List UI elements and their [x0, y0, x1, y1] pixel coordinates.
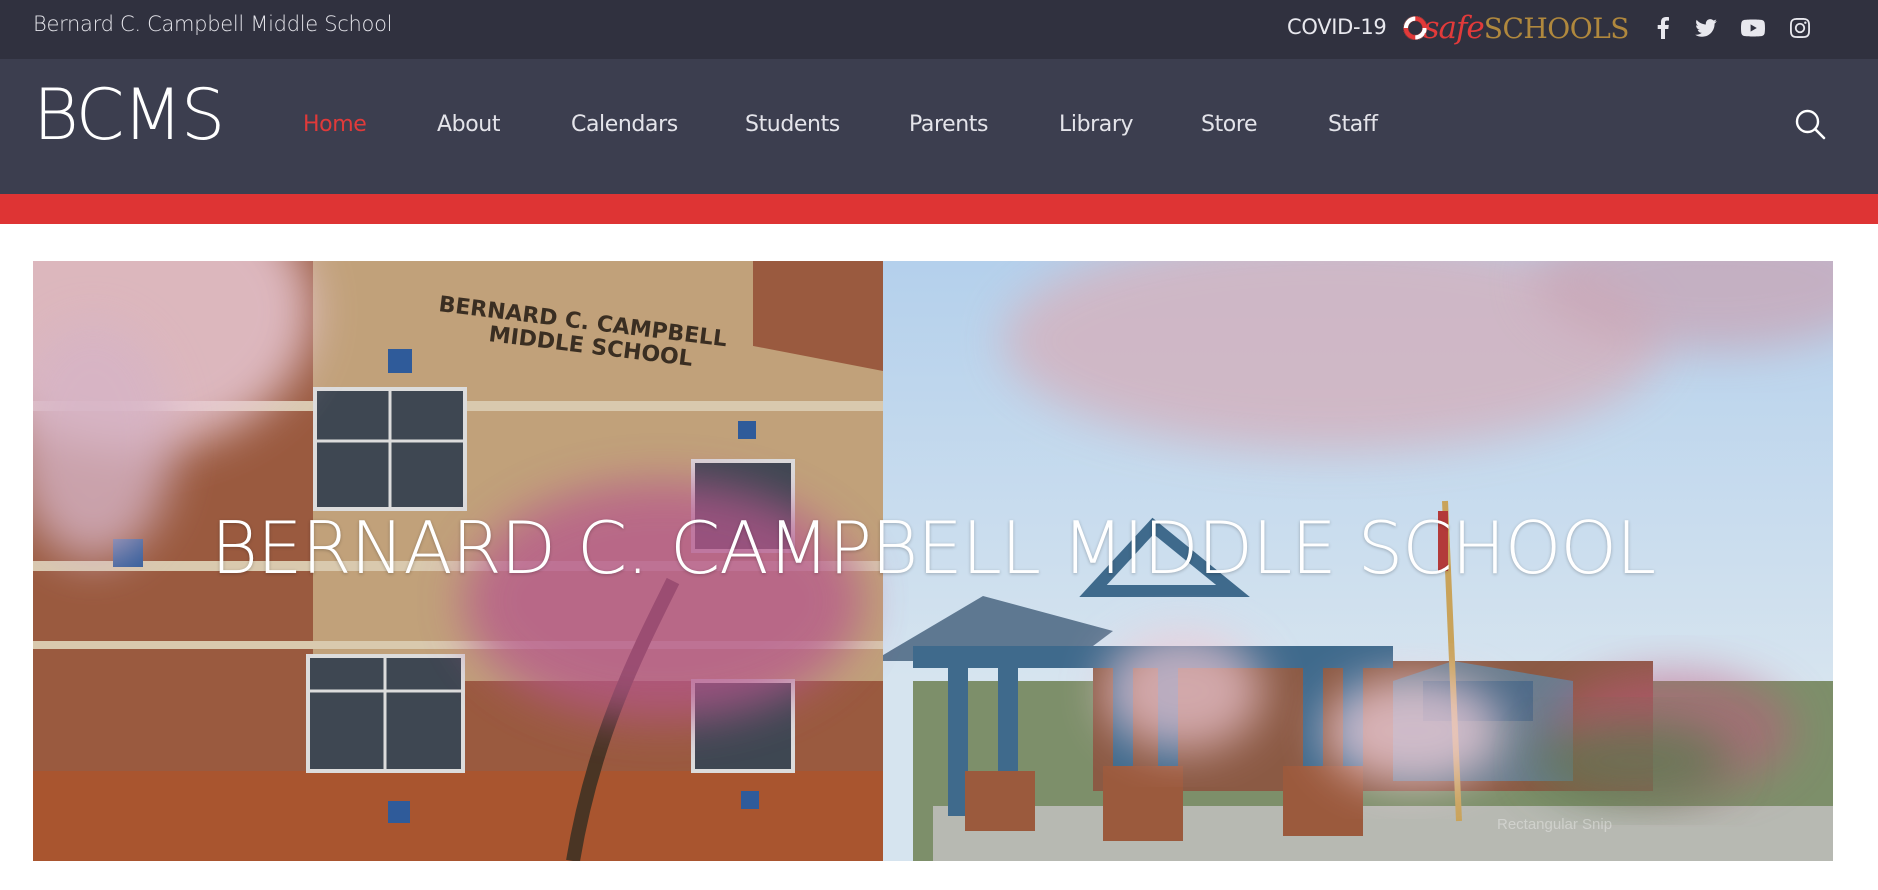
site-logo[interactable]: BCMS	[33, 74, 225, 156]
nav-parents[interactable]: Parents	[909, 112, 988, 137]
safeschools-wordmark: safeSCHOOLS	[1423, 10, 1630, 46]
hero-banner: BERNARD C. CAMPBELL MIDDLE SCHOOL BERNAR…	[33, 261, 1833, 861]
facebook-icon[interactable]	[1649, 14, 1677, 42]
hero-caption: Rectangular Snip	[1497, 816, 1613, 833]
nav-students[interactable]: Students	[745, 112, 840, 137]
nav-calendars[interactable]: Calendars	[571, 112, 678, 137]
safeschools-logo-link[interactable]: safeSCHOOLS	[1403, 4, 1630, 52]
school-name-text: Bernard C. Campbell Middle School	[33, 12, 393, 36]
hero-title: BERNARD C. CAMPBELL MIDDLE SCHOOL	[210, 506, 1656, 590]
youtube-icon[interactable]	[1739, 14, 1767, 42]
nav-home[interactable]: Home	[303, 112, 367, 137]
nav-library[interactable]: Library	[1059, 112, 1134, 137]
instagram-icon[interactable]	[1786, 14, 1814, 42]
nav-about[interactable]: About	[437, 112, 500, 137]
top-bar: Bernard C. Campbell Middle School COVID-…	[0, 0, 1878, 59]
covid-19-link[interactable]: COVID-19	[1287, 15, 1387, 39]
nav-store[interactable]: Store	[1201, 112, 1258, 137]
accent-bar	[0, 194, 1878, 224]
search-icon[interactable]	[1794, 108, 1826, 140]
twitter-icon[interactable]	[1692, 14, 1720, 42]
nav-staff[interactable]: Staff	[1328, 112, 1378, 137]
